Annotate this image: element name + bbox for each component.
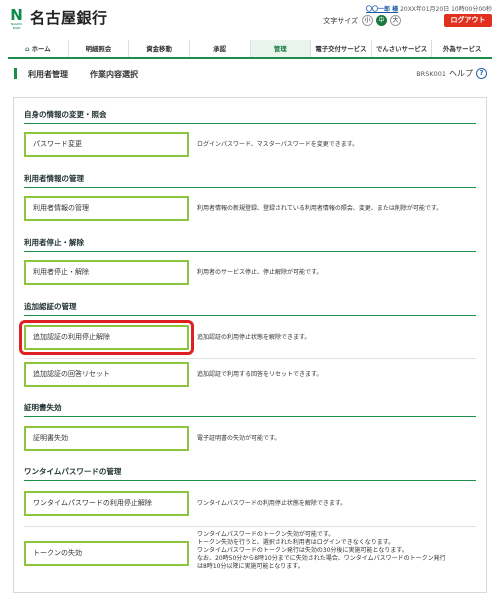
section-user-info: 利用者情報の管理 利用者情報の管理 利用者情報の新規登録、登録されている利用者情… [24,171,476,221]
help-icon: ? [476,68,487,79]
nav-densai[interactable]: でんさいサービス [371,40,433,57]
list-item: トークンの失効 ワンタイムパスワードのトークン失効が可能です。 トークン失効を行… [24,531,476,579]
section-heading: 追加認証の管理 [24,299,476,316]
page-title: 作業内容選択 [90,70,138,79]
section-heading: 自身の情報の変更・照会 [24,107,476,124]
page-title-bar: 利用者管理 作業内容選択 BRSK001 ヘルプ? [8,63,492,85]
user-info: 〇〇一郎 様 20XX年01月20日 10時00分00秒 [366,4,492,13]
bank-logo-icon: N NAGOYA BANK [10,6,23,31]
section-additional-auth: 追加認証の管理 追加認証の利用停止解除 追加認証の利用停止状態を解除できます。 … [19,299,476,387]
list-item: 利用者停止・解除 利用者のサービス停止、停止解除が可能です。 [24,260,476,290]
row-description: 利用者情報の新規登録、登録されている利用者情報の照会、変更、または削除が可能です… [197,205,443,212]
desc-line: は8時10分以降に実施可能となります。 [197,563,304,570]
user-info-management-button[interactable]: 利用者情報の管理 [24,196,189,221]
section-heading: 利用者停止・解除 [24,235,476,252]
bank-name: 名古屋銀行 [30,9,108,27]
nav-approval[interactable]: 承認 [189,40,251,57]
row-divider [24,526,476,527]
desc-line: なお、20時50分から8時10分までに失効された場合、ワンタイムパスワードのトー… [197,555,446,562]
screen-id: BRSK001 [416,70,446,78]
font-size-control: 文字サイズ 小 中 大 [323,15,404,26]
password-change-button[interactable]: パスワード変更 [24,132,189,157]
nav-forex[interactable]: 外為サービス [432,40,492,57]
desc-line: ワンタイムパスワードのトークン失効が可能です。 [197,531,335,538]
section-heading: 証明書失効 [24,400,476,417]
desc-line: トークン失効を行うと、選択された利用者はログインできなくなります。 [197,539,395,546]
font-size-label: 文字サイズ [323,16,358,25]
section-one-time-password: ワンタイムパスワードの管理 ワンタイムパスワードの利用停止解除 ワンタイムパスワ… [24,464,476,570]
list-item: パスワード変更 ログインパスワード、マスターパスワードを変更できます。 [24,132,476,162]
user-name-link[interactable]: 〇〇一郎 様 [366,6,398,13]
row-description: ログインパスワード、マスターパスワードを変更できます。 [197,141,359,148]
row-description: ワンタイムパスワードの利用停止状態を解除できます。 [197,500,347,507]
nav-management[interactable]: 管理 [250,40,312,57]
token-revoke-button[interactable]: トークンの失効 [24,541,189,566]
nav-statement[interactable]: 明細照会 [68,40,130,57]
row-divider [24,358,476,359]
login-timestamp: 20XX年01月20日 10時00分00秒 [400,6,492,13]
section-self-info: 自身の情報の変更・照会 パスワード変更 ログインパスワード、マスターパスワードを… [24,107,476,157]
list-item: ワンタイムパスワードの利用停止解除 ワンタイムパスワードの利用停止状態を解除でき… [24,491,476,521]
nav-transfer[interactable]: 資金移動 [129,40,190,57]
task-selection-panel: 自身の情報の変更・照会 パスワード変更 ログインパスワード、マスターパスワードを… [13,97,487,593]
home-icon: ⌂ [25,45,30,53]
bank-logo[interactable]: N NAGOYA BANK 名古屋銀行 [8,6,108,31]
desc-line: ワンタイムパスワードのトークン発行は失効の30分後に実施可能となります。 [197,547,408,554]
help-link[interactable]: ヘルプ? [449,68,487,79]
list-item: 利用者情報の管理 利用者情報の新規登録、登録されている利用者情報の照会、変更、ま… [24,196,476,226]
section-heading: ワンタイムパスワードの管理 [24,464,476,481]
row-description: 利用者のサービス停止、停止解除が可能です。 [197,269,323,276]
list-item: 追加認証の利用停止解除 追加認証の利用停止状態を解除できます。 [19,320,476,355]
title-accent [14,68,17,79]
section-heading: 利用者情報の管理 [24,171,476,188]
row-description: ワンタイムパスワードのトークン失効が可能です。 トークン失効を行うと、選択された… [197,531,476,571]
otp-unlock-button[interactable]: ワンタイムパスワードの利用停止解除 [24,491,189,516]
additional-auth-unlock-button[interactable]: 追加認証の利用停止解除 [19,320,194,355]
font-size-large-button[interactable]: 大 [390,15,401,26]
additional-auth-reset-button[interactable]: 追加認証の回答リセット [24,362,189,387]
logout-button[interactable]: ログアウト [444,14,492,27]
section-user-suspend: 利用者停止・解除 利用者停止・解除 利用者のサービス停止、停止解除が可能です。 [24,235,476,285]
nav-home[interactable]: ⌂ ホーム [8,40,69,57]
row-description: 追加認証の利用停止状態を解除できます。 [197,334,311,341]
row-description: 電子証明書の失効が可能です。 [197,435,281,442]
app-header: N NAGOYA BANK 名古屋銀行 〇〇一郎 様 20XX年01月20日 1… [0,0,500,40]
font-size-small-button[interactable]: 小 [362,15,373,26]
row-description: 追加認証で利用する回答をリセットできます。 [197,371,323,378]
section-certificate: 証明書失効 証明書失効 電子証明書の失効が可能です。 [24,400,476,451]
list-item: 証明書失効 電子証明書の失効が可能です。 [24,426,476,456]
certificate-revoke-button[interactable]: 証明書失効 [24,426,189,451]
list-item: 追加認証の回答リセット 追加認証で利用する回答をリセットできます。 [24,362,476,392]
global-nav: ⌂ ホーム 明細照会 資金移動 承認 管理 電子交付サービス でんさいサービス 外… [8,40,492,59]
page-category: 利用者管理 [28,70,68,79]
nav-e-delivery[interactable]: 電子交付サービス [311,40,372,57]
font-size-medium-button[interactable]: 中 [376,15,387,26]
user-suspend-release-button[interactable]: 利用者停止・解除 [24,260,189,285]
